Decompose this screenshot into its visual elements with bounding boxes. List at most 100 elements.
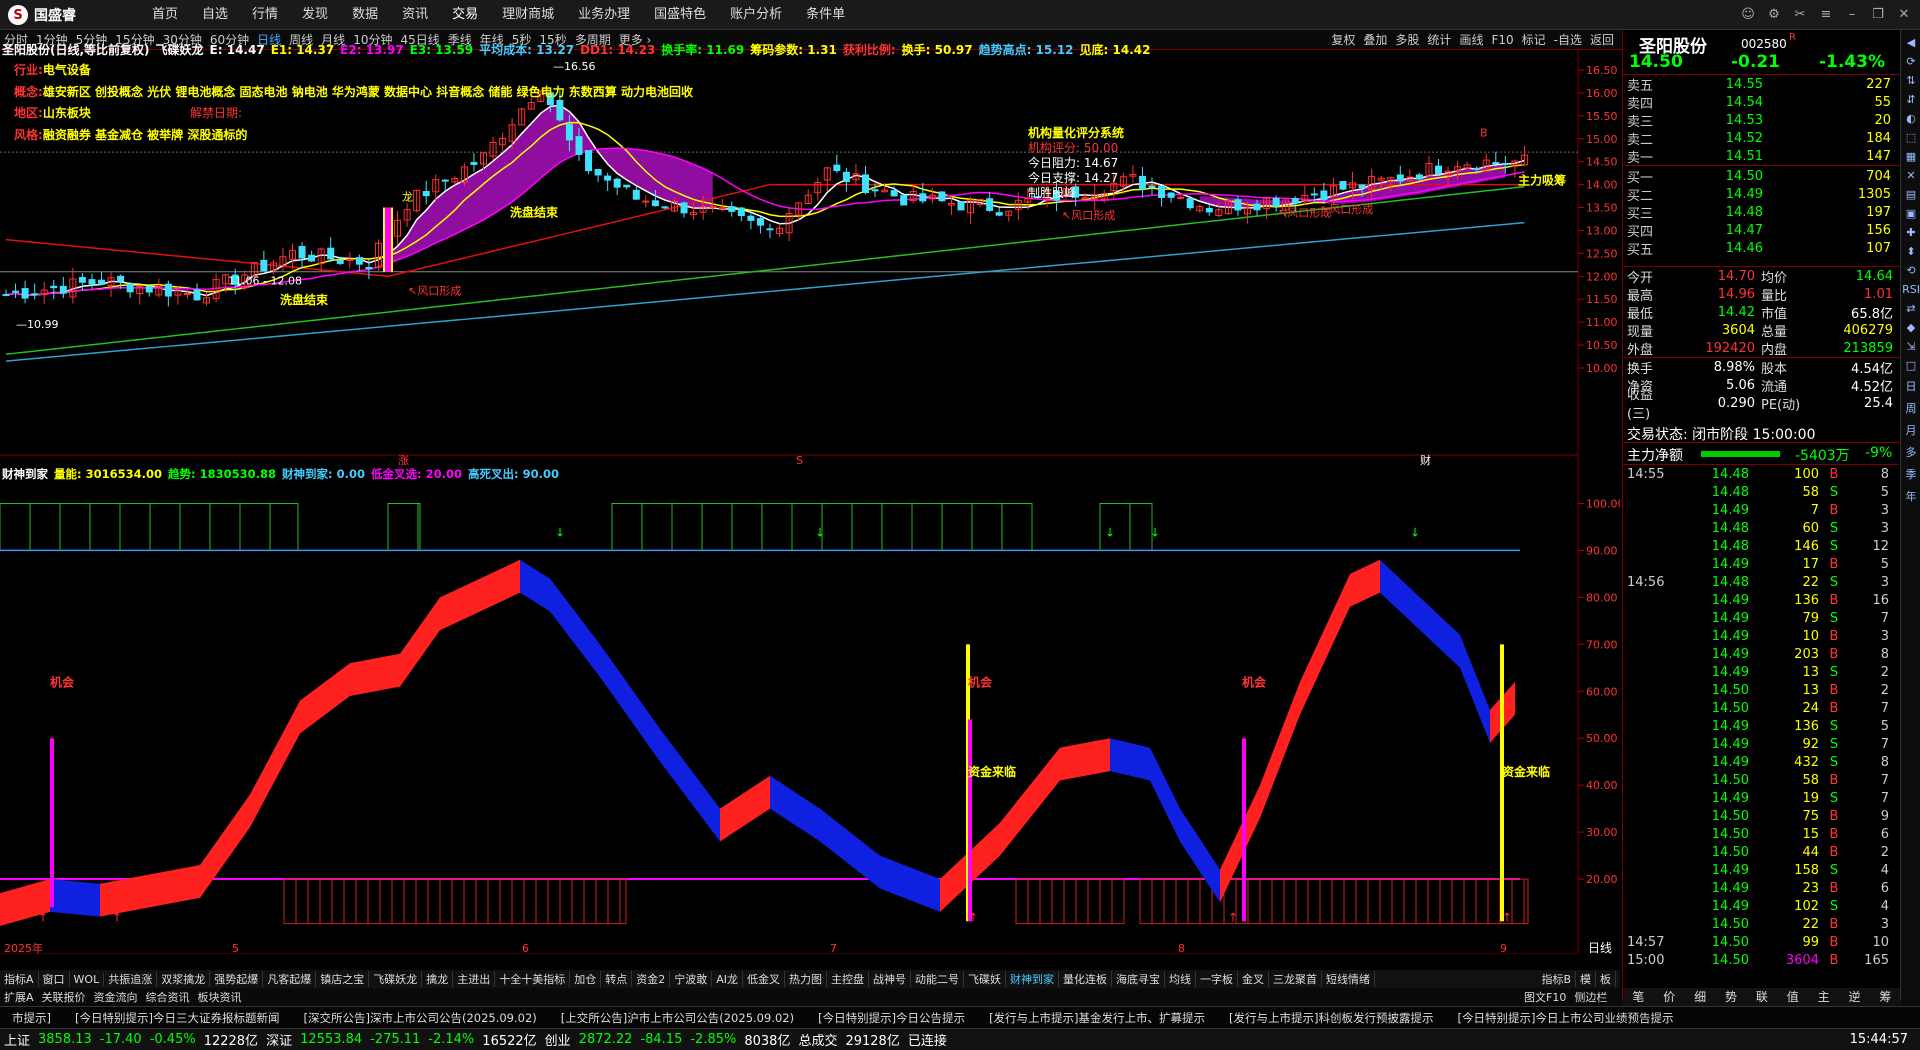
menu-icon[interactable]: ≡	[1816, 5, 1836, 25]
chart-tool-button[interactable]: 统计	[1423, 33, 1455, 47]
close-icon[interactable]: ✕	[1894, 5, 1914, 25]
sidebar-tool-icon[interactable]: ▣	[1901, 207, 1920, 220]
sidebar-tool-icon[interactable]: 多	[1901, 444, 1920, 460]
sidebar-tool-icon[interactable]: ⇲	[1901, 340, 1920, 353]
indicator-tab[interactable]: 飞碟妖	[964, 971, 1006, 987]
chat-icon[interactable]: ☺	[1738, 5, 1758, 25]
chart-tool-button[interactable]: 叠加	[1359, 33, 1391, 47]
indicator-tab[interactable]: 飞碟妖龙	[369, 971, 423, 987]
menu-item[interactable]: 发现	[290, 0, 340, 30]
sidebar-tool-icon[interactable]: ⇅	[1901, 74, 1920, 87]
panel-tab[interactable]: 筹	[1879, 988, 1891, 1006]
indicator-tab[interactable]: 海底寻宝	[1112, 971, 1165, 987]
extension-tab[interactable]: 资金流向	[90, 989, 142, 1005]
indicator-tab[interactable]: 窗口	[39, 971, 70, 987]
panel-tab[interactable]: 势	[1725, 988, 1737, 1006]
chart-tool-button[interactable]: -自选	[1550, 33, 1586, 47]
indicator-tab[interactable]: 动能二号	[911, 971, 964, 987]
extension-tab[interactable]: 扩展A	[0, 989, 38, 1005]
panel-tab[interactable]: 联	[1756, 988, 1768, 1006]
menu-item[interactable]: 资讯	[390, 0, 440, 30]
indicator-tab[interactable]: 双浆擒龙	[157, 971, 211, 987]
menu-item[interactable]: 首页	[140, 0, 190, 30]
indicator-tab[interactable]: 三龙聚首	[1269, 971, 1322, 987]
chart-tool-button[interactable]: 多股	[1391, 33, 1423, 47]
news-item[interactable]: [今日特别提示]今日上市公司业绩预告提示	[1446, 1010, 1686, 1026]
chart-tool-button[interactable]: 标记	[1518, 33, 1550, 47]
sidebar-tool-icon[interactable]: ⬍	[1901, 245, 1920, 258]
menu-item[interactable]: 自选	[190, 0, 240, 30]
indicator-tab[interactable]: 短线情绪	[1322, 971, 1375, 987]
indicator-tab[interactable]: 凡客起爆	[263, 971, 317, 987]
menu-item[interactable]: 理财商城	[490, 0, 566, 30]
indicator-tab[interactable]: 均线	[1165, 971, 1196, 987]
indicator-tab-right[interactable]: 模	[1576, 971, 1596, 987]
sidebar-tool-icon[interactable]: 年	[1901, 488, 1920, 504]
panel-tab[interactable]: 逆	[1849, 988, 1861, 1006]
sidebar-tool-icon[interactable]: ◀	[1901, 36, 1920, 49]
indicator-tab[interactable]: AI龙	[712, 971, 743, 987]
news-item[interactable]: [发行与上市提示]基金发行上市、扩募提示	[977, 1010, 1217, 1026]
restore-icon[interactable]: ❐	[1868, 5, 1888, 25]
indicator-tab[interactable]: 强势起爆	[210, 971, 264, 987]
indicator-tab[interactable]: 主控盘	[827, 971, 869, 987]
sidebar-tool-icon[interactable]: 季	[1901, 466, 1920, 482]
extension-right-tab[interactable]: 侧边栏	[1570, 989, 1611, 1005]
indicator-tab[interactable]: 十全十美指标	[495, 971, 571, 987]
menu-item[interactable]: 数据	[340, 0, 390, 30]
indicator-tab[interactable]: 资金2	[632, 971, 671, 987]
tools-icon[interactable]: ✂	[1790, 5, 1810, 25]
menu-item[interactable]: 业务办理	[566, 0, 642, 30]
sidebar-tool-icon[interactable]: 月	[1901, 422, 1920, 438]
panel-tab[interactable]: 主	[1818, 988, 1830, 1006]
panel-tab[interactable]: 价	[1663, 988, 1675, 1006]
main-kline-chart[interactable]: 16.50 16.00 15.50 15.00 14.50 14.00 13.50 13.00…	[0, 43, 1620, 467]
sidebar-tool-icon[interactable]: ⟳	[1901, 55, 1920, 68]
indicator-tab[interactable]: WOL	[70, 972, 105, 986]
indicator-tab[interactable]: 量化连板	[1059, 971, 1112, 987]
chart-tool-button[interactable]: 画线	[1455, 33, 1487, 47]
news-item[interactable]: [今日特别提示]今日三大证券报标题新闻	[63, 1010, 291, 1026]
sidebar-tool-icon[interactable]: ✕	[1901, 169, 1920, 182]
indicator-tab-right[interactable]: 板	[1596, 971, 1616, 987]
indicator-tab[interactable]: 转点	[601, 971, 633, 987]
chart-tool-button[interactable]: 复权	[1327, 33, 1359, 47]
panel-tab[interactable]: 笔	[1632, 988, 1644, 1006]
menu-item[interactable]: 国盛特色	[642, 0, 718, 30]
extension-tab[interactable]: 关联报价	[38, 989, 90, 1005]
indicator-tab-right[interactable]: 指标B	[1537, 971, 1576, 987]
indicator-tab[interactable]: 宁波敢	[670, 971, 713, 987]
indicator-tab[interactable]: 低金叉	[743, 971, 785, 987]
indicator-tab[interactable]: 财神到家	[1006, 971, 1059, 987]
indicator-tab[interactable]: 擒龙	[422, 971, 454, 987]
sidebar-tool-icon[interactable]: ⬚	[1901, 131, 1920, 144]
indicator-tab[interactable]: 金叉	[1238, 971, 1269, 987]
menu-item[interactable]: 交易	[440, 0, 490, 30]
indicator-tab[interactable]: 主进出	[453, 971, 496, 987]
indicator-tab[interactable]: 共振追涨	[104, 971, 158, 987]
sidebar-tool-icon[interactable]: ◆	[1901, 321, 1920, 334]
extension-right-tab[interactable]: 图文F10	[1520, 989, 1570, 1005]
menu-item[interactable]: 账户分析	[718, 0, 794, 30]
sidebar-tool-icon[interactable]: □	[1901, 359, 1920, 372]
panel-tab[interactable]: 细	[1694, 988, 1706, 1006]
extension-tab[interactable]: 板块资讯	[194, 989, 246, 1005]
sidebar-tool-icon[interactable]: 日	[1901, 378, 1920, 394]
chart-tool-button[interactable]: 返回	[1586, 33, 1618, 47]
menu-item[interactable]: 行情	[240, 0, 290, 30]
indicator-tab[interactable]: 战神号	[869, 971, 911, 987]
indicator-tab[interactable]: 镇店之宝	[316, 971, 370, 987]
indicator-tab[interactable]: 热力图	[785, 971, 827, 987]
menu-item[interactable]: 条件单	[794, 0, 857, 30]
sidebar-tool-icon[interactable]: ▦	[1901, 150, 1920, 163]
sidebar-tool-icon[interactable]: ⇄	[1901, 302, 1920, 315]
news-item[interactable]: [深交所公告]深市上市公司公告(2025.09.02)	[291, 1010, 548, 1026]
chart-tool-button[interactable]: F10	[1487, 33, 1517, 47]
sidebar-tool-icon[interactable]: RSI	[1901, 283, 1920, 296]
panel-tab[interactable]: 值	[1787, 988, 1799, 1006]
settings-icon[interactable]: ⚙	[1764, 5, 1784, 25]
sidebar-tool-icon[interactable]: ▤	[1901, 188, 1920, 201]
extension-tab[interactable]: 综合资讯	[142, 989, 194, 1005]
sidebar-tool-icon[interactable]: ⟲	[1901, 264, 1920, 277]
news-item[interactable]: [上交所公告]沪市上市公司公告(2025.09.02)	[549, 1010, 806, 1026]
